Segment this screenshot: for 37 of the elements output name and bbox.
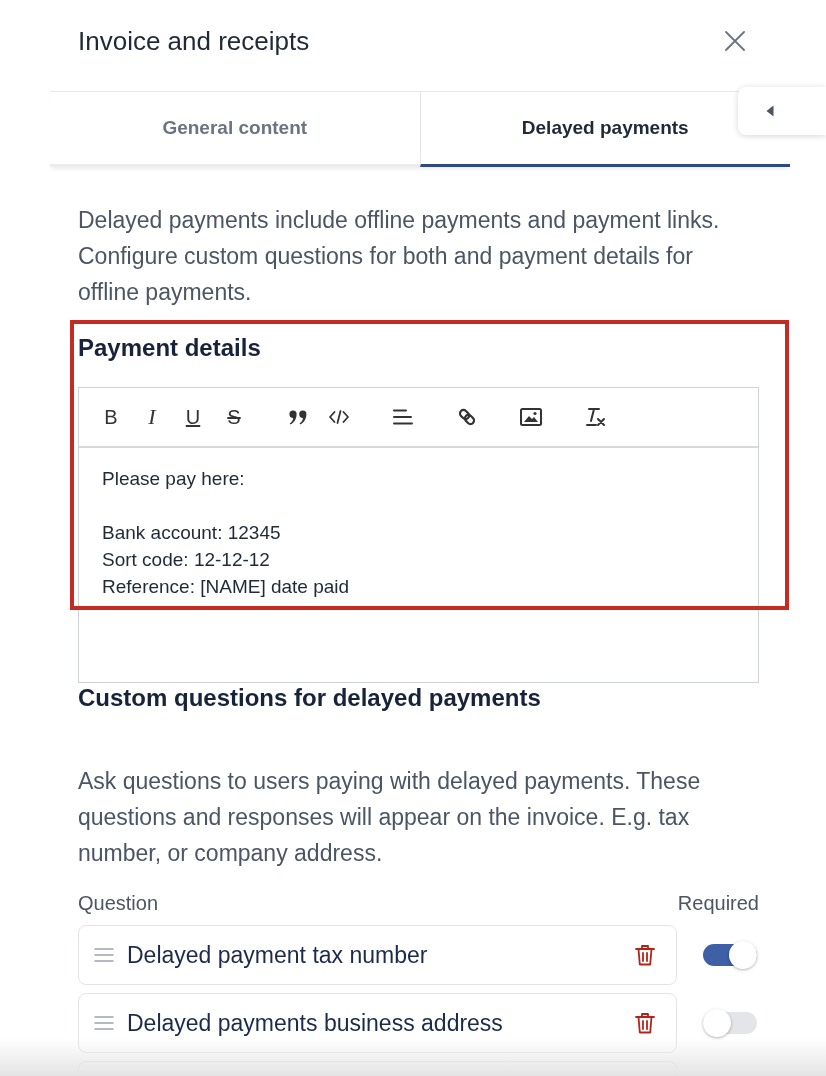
panel-title: Invoice and receipts bbox=[78, 25, 310, 57]
description-text: Delayed payments include offline payments and payment links. Configure custom questions for both and payment details for offline payments. bbox=[78, 206, 721, 307]
required-toggle[interactable] bbox=[703, 1009, 757, 1037]
align-left-icon bbox=[393, 409, 413, 425]
delete-button[interactable] bbox=[635, 944, 655, 966]
editor-input[interactable]: Please pay here: Bank account: 12345 Sort code: 12-12-12 Reference: [NAME] date paid bbox=[79, 448, 758, 682]
drag-handle-icon[interactable] bbox=[94, 948, 114, 962]
italic-button[interactable]: I bbox=[136, 401, 168, 433]
section-heading: Custom questions for delayed payments bbox=[78, 684, 542, 712]
close-button[interactable] bbox=[725, 31, 745, 51]
close-icon bbox=[725, 31, 745, 51]
section-description: Ask questions to users paying with delayed payments. These questions and responses will appear on the invoice. E.g. tax number, or company address. bbox=[78, 767, 702, 868]
column-header: Required bbox=[677, 891, 759, 915]
question-text: Delayed payment tax number bbox=[127, 941, 428, 969]
editor-text: Reference: [NAME] date paid bbox=[102, 575, 350, 599]
link-icon bbox=[457, 407, 477, 427]
trash-icon bbox=[635, 944, 655, 966]
delete-button[interactable] bbox=[635, 1012, 655, 1034]
drag-handle-icon[interactable] bbox=[94, 1016, 114, 1030]
question-text: Delayed payments business address bbox=[127, 1009, 503, 1037]
quote-icon bbox=[289, 409, 307, 425]
underline-button[interactable]: U bbox=[177, 401, 209, 433]
caret-left-icon bbox=[766, 105, 774, 117]
editor-text: Bank account: 12345 bbox=[102, 521, 281, 545]
rich-text-editor[interactable]: B I U S Please pay here: Bank account: 12345 Sort code: 12-12-12 Reference: [NAME] date paid bbox=[78, 387, 759, 683]
strikethrough-button[interactable]: S bbox=[218, 401, 250, 433]
tab[interactable]: General content bbox=[50, 92, 420, 167]
code-icon bbox=[329, 410, 349, 424]
clear-format-icon bbox=[584, 407, 606, 427]
image-icon bbox=[520, 408, 542, 426]
editor-text: Sort code: 12-12-12 bbox=[102, 548, 270, 572]
trash-icon bbox=[635, 1012, 655, 1034]
column-header: Question bbox=[78, 891, 159, 915]
section-heading: Payment details bbox=[78, 333, 262, 362]
editor-text: Please pay here: bbox=[102, 467, 245, 491]
bold-button[interactable]: B bbox=[95, 401, 127, 433]
required-toggle[interactable] bbox=[703, 941, 757, 969]
